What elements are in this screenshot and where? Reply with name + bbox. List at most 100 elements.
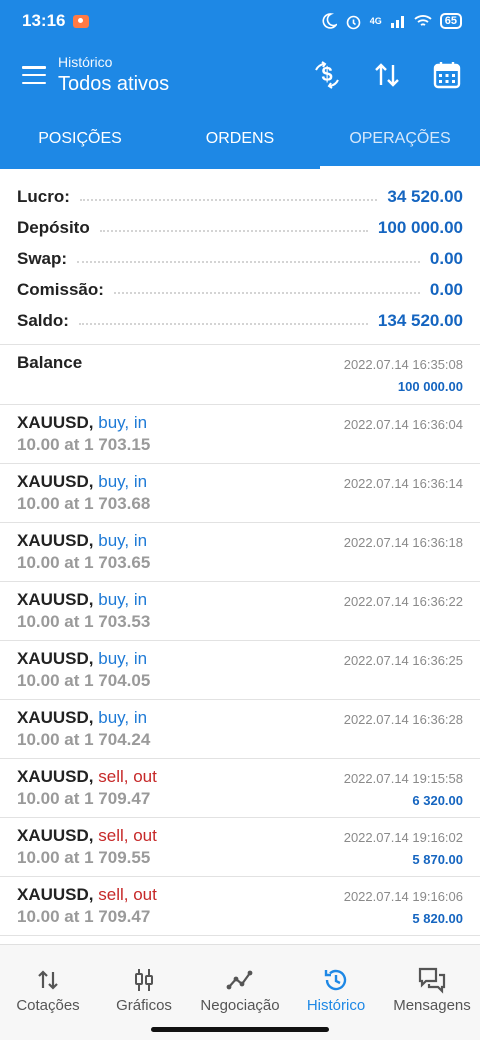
home-indicator[interactable]: [151, 1027, 329, 1032]
wifi-icon: [414, 15, 432, 26]
deal-row[interactable]: XAUUSD, buy, in 10.00 at 1 703.65 2022.0…: [0, 523, 480, 582]
balance-value: 134 520.00: [377, 310, 463, 330]
deal-detail: 10.00 at 1 703.68: [17, 494, 151, 513]
nav-charts-label: Gráficos: [116, 997, 172, 1014]
nav-trade-label: Negociação: [200, 997, 280, 1014]
deal-time: 2022.07.14 19:16:06: [343, 889, 463, 904]
signal-icon: [390, 16, 404, 28]
tab-bar: POSIÇÕES ORDENS OPERAÇÕES: [0, 108, 480, 169]
deal-amount: 100 000.00: [397, 379, 463, 394]
deal-time: 2022.07.14 16:35:08: [343, 357, 463, 372]
summary-panel: Lucro: 34 520.00 Depósito 100 000.00 Swa…: [0, 169, 480, 345]
deal-direction: buy, in: [98, 708, 148, 727]
deal-time: 2022.07.14 19:15:58: [343, 771, 463, 786]
tab-positions[interactable]: POSIÇÕES: [0, 108, 160, 169]
deal-symbol: XAUUSD,: [17, 708, 94, 727]
balance-entry[interactable]: Balance 2022.07.14 16:35:08 100 000.00: [0, 345, 480, 405]
app-bar: Histórico Todos ativos $: [0, 42, 480, 108]
profit-label: Lucro:: [17, 186, 70, 206]
deal-time: 2022.07.14 16:36:22: [343, 594, 463, 609]
moon-icon: [322, 13, 337, 29]
balance-label: Saldo:: [17, 310, 69, 330]
deal-detail: 10.00 at 1 709.47: [17, 789, 151, 808]
tab-deals[interactable]: OPERAÇÕES: [320, 108, 480, 169]
deal-time: 2022.07.14 16:36:14: [343, 476, 463, 491]
appbar-actions: $: [312, 60, 462, 90]
dotted-leader: [77, 260, 420, 263]
deal-time: 2022.07.14 16:36:25: [343, 653, 463, 668]
deal-symbol: XAUUSD,: [17, 472, 94, 491]
swap-label: Swap:: [17, 248, 68, 268]
deposit-value: 100 000.00: [377, 217, 463, 237]
deal-direction: buy, in: [98, 590, 148, 609]
deal-row[interactable]: XAUUSD, sell, out 10.00 at 1 709.47 2022…: [0, 759, 480, 818]
deal-detail: 10.00 at 1 703.53: [17, 612, 151, 631]
menu-icon[interactable]: [22, 66, 46, 84]
deal-row[interactable]: XAUUSD, sell, out 10.00 at 1 709.47 2022…: [0, 877, 480, 936]
deal-direction: buy, in: [98, 531, 148, 550]
deal-direction: buy, in: [98, 472, 148, 491]
title-block: Histórico Todos ativos: [58, 54, 169, 96]
commission-value: 0.00: [429, 279, 463, 299]
status-time: 13:16: [22, 11, 66, 30]
nav-messages-label: Mensagens: [393, 997, 471, 1014]
deal-row[interactable]: XAUUSD, buy, in 10.00 at 1 703.15 2022.0…: [0, 405, 480, 464]
summary-row-balance: Saldo: 134 520.00: [17, 305, 463, 336]
deal-direction: sell, out: [98, 826, 157, 845]
tab-orders[interactable]: ORDENS: [160, 108, 320, 169]
nav-trade[interactable]: Negociação: [192, 945, 288, 1040]
deal-symbol: XAUUSD,: [17, 826, 94, 845]
deal-detail: 10.00 at 1 703.15: [17, 435, 151, 454]
deal-row[interactable]: XAUUSD, buy, in 10.00 at 1 704.05 2022.0…: [0, 641, 480, 700]
deal-detail: 10.00 at 1 709.55: [17, 848, 151, 867]
deal-profit: 6 320.00: [412, 793, 463, 808]
deal-profit: 5 870.00: [412, 852, 463, 867]
nav-charts[interactable]: Gráficos: [96, 945, 192, 1040]
messages-icon: [417, 965, 447, 995]
deal-row[interactable]: XAUUSD, sell, out 10.00 at 1 709.55 2022…: [0, 818, 480, 877]
sort-icon[interactable]: [372, 60, 402, 90]
deal-time: 2022.07.14 19:16:02: [343, 830, 463, 845]
commission-label: Comissão:: [17, 279, 104, 299]
status-bar: 13:16 4G 65: [0, 0, 480, 42]
calendar-icon[interactable]: [432, 60, 462, 90]
dotted-leader: [113, 291, 420, 294]
deal-detail: 10.00 at 1 704.24: [17, 730, 151, 749]
currency-filter-icon[interactable]: $: [312, 60, 342, 90]
trade-icon: [226, 965, 254, 995]
deal-detail: 10.00 at 1 709.47: [17, 907, 151, 926]
nav-quotes[interactable]: Cotações: [0, 945, 96, 1040]
deal-row[interactable]: XAUUSD, buy, in 10.00 at 1 703.53 2022.0…: [0, 582, 480, 641]
nav-history[interactable]: Histórico: [288, 945, 384, 1040]
deal-symbol: XAUUSD,: [17, 767, 94, 786]
deal-time: 2022.07.14 16:36:18: [343, 535, 463, 550]
deal-row[interactable]: XAUUSD, buy, in 10.00 at 1 704.24 2022.0…: [0, 700, 480, 759]
page-subtitle: Histórico: [58, 54, 113, 70]
deal-direction: sell, out: [98, 885, 157, 904]
deal-time: 2022.07.14 16:36:28: [343, 712, 463, 727]
swap-value: 0.00: [429, 248, 463, 268]
dotted-leader: [78, 322, 368, 325]
bottom-nav: Cotações Gráficos Negociação Histórico M…: [0, 944, 480, 1040]
status-icons: 4G 65: [321, 13, 462, 30]
deal-symbol: XAUUSD,: [17, 649, 94, 668]
summary-row-commission: Comissão: 0.00: [17, 274, 463, 305]
nav-history-label: Histórico: [306, 997, 366, 1014]
network-label: 4G: [369, 16, 382, 26]
deal-symbol: XAUUSD,: [17, 590, 94, 609]
deal-symbol: XAUUSD,: [17, 413, 94, 432]
page-title[interactable]: Todos ativos: [58, 73, 169, 96]
profit-value: 34 520.00: [387, 186, 463, 206]
deal-profit: 5 820.00: [412, 911, 463, 926]
deal-direction: buy, in: [98, 413, 148, 432]
deal-symbol: XAUUSD,: [17, 885, 94, 904]
candlestick-icon: [131, 965, 157, 995]
deal-detail: 10.00 at 1 704.05: [17, 671, 151, 690]
deal-row[interactable]: XAUUSD, buy, in 10.00 at 1 703.68 2022.0…: [0, 464, 480, 523]
summary-row-deposit: Depósito 100 000.00: [17, 212, 463, 243]
deal-time: 2022.07.14 16:36:04: [343, 417, 463, 432]
nav-messages[interactable]: Mensagens: [384, 945, 480, 1040]
nav-quotes-label: Cotações: [16, 997, 80, 1014]
summary-row-swap: Swap: 0.00: [17, 243, 463, 274]
deal-symbol: XAUUSD,: [17, 531, 94, 550]
